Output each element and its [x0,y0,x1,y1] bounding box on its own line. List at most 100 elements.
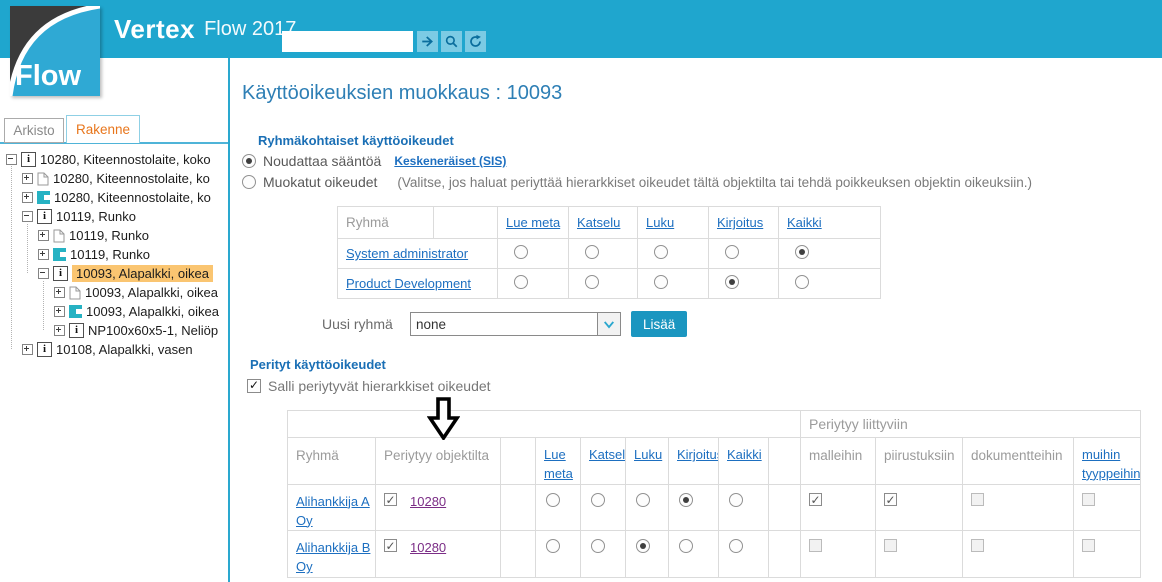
column-link-luku[interactable]: Luku [646,215,674,230]
inherited-rights-table: Periytyy liittyviin Ryhmä Periytyy objek… [287,410,1141,578]
document-icon [69,286,81,300]
column-link-muihin-tyyppeihin[interactable]: muihin tyyppeihin [1082,447,1141,481]
table-row: Alihankkija A Oy 10280 [288,484,1141,531]
radio-kaikki[interactable] [729,539,743,553]
collapse-icon[interactable] [38,268,49,279]
top-bar: Vertex Flow 2017 [0,0,1162,58]
radio-kaikki[interactable] [729,493,743,507]
group-link[interactable]: Product Development [346,276,471,291]
expand-icon[interactable] [22,173,33,184]
tree-item[interactable]: 10280, Kiteennostolaite, koko [4,150,227,169]
expand-icon[interactable] [54,306,65,317]
search-button[interactable] [441,31,462,52]
component-icon [69,305,82,318]
custom-option-note: (Valitse, jos haluat periyttää hierarkki… [397,175,1032,190]
radio-kaikki[interactable] [795,245,809,259]
radio-lue-meta[interactable] [514,275,528,289]
table-row: Product Development [338,269,881,299]
source-object-link[interactable]: 10280 [410,539,446,558]
document-icon [37,172,49,186]
checkbox-piirustuksiin[interactable] [884,493,897,506]
tree-item[interactable]: NP100x60x5-1, Neliöp [4,321,227,340]
radio-kirjoitus[interactable] [725,275,739,289]
source-object-link[interactable]: 10280 [410,493,446,512]
expand-icon[interactable] [38,249,49,260]
tree-item-label: 10119, Runko [56,209,136,224]
collapse-icon[interactable] [22,211,33,222]
radio-lue-meta[interactable] [546,539,560,553]
add-button[interactable]: Lisää [631,311,687,337]
column-link-kirjoitus[interactable]: Kirjoitus [717,215,763,230]
expand-icon[interactable] [22,344,33,355]
checkbox-dokumentteihin[interactable] [971,493,984,506]
expand-icon[interactable] [54,287,65,298]
column-link-kirjoitus[interactable]: Kirjoitus [677,447,719,462]
checkbox-muihin-tyyppeihin[interactable] [1082,493,1095,506]
tree-item[interactable]: 10108, Alapalkki, vasen [4,340,227,359]
brand-name: Vertex [114,14,195,45]
radio-luku[interactable] [636,493,650,507]
column-link-kaikki[interactable]: Kaikki [727,447,762,462]
component-icon [53,248,66,261]
tree-item[interactable]: 10093, Alapalkki, oikea [4,302,227,321]
radio-lue-meta[interactable] [514,245,528,259]
radio-kirjoitus[interactable] [679,539,693,553]
chevron-down-icon [597,313,620,335]
group-link[interactable]: Alihankkija B Oy [296,540,370,574]
new-group-select[interactable]: none [410,312,621,336]
group-link[interactable]: Alihankkija A Oy [296,494,370,528]
tree-item[interactable]: 10119, Runko [4,226,227,245]
column-link-katselu[interactable]: Katselu [589,447,626,462]
rule-radio[interactable] [242,154,256,168]
column-link-lue-meta[interactable]: Lue meta [506,215,560,230]
radio-luku[interactable] [654,275,668,289]
column-link-luku[interactable]: Luku [634,447,662,462]
tree-item[interactable]: 10119, Runko [4,245,227,264]
global-search-input[interactable] [282,31,413,52]
tree-item-selected[interactable]: 10093, Alapalkki, oikea [4,264,227,283]
tab-arkisto[interactable]: Arkisto [4,118,64,143]
radio-luku[interactable] [636,539,650,553]
column-link-katselu[interactable]: Katselu [577,215,620,230]
allow-inherited-checkbox[interactable] [247,379,261,393]
tree-item[interactable]: 10119, Runko [4,207,227,226]
go-button[interactable] [417,31,438,52]
collapse-icon[interactable] [6,154,17,165]
expand-icon[interactable] [54,325,65,336]
group-link[interactable]: System administrator [346,246,468,261]
tree-item[interactable]: 10280, Kiteennostolaite, ko [4,169,227,188]
radio-lue-meta[interactable] [546,493,560,507]
spacer-cell [501,438,536,485]
radio-katselu[interactable] [585,245,599,259]
radio-katselu[interactable] [585,275,599,289]
panel-divider [228,58,230,582]
rule-link[interactable]: Keskeneräiset (SIS) [394,154,506,168]
custom-option-label: Muokatut oikeudet [263,174,377,190]
radio-kaikki[interactable] [795,275,809,289]
down-arrow-annotation [427,397,460,445]
expand-icon[interactable] [22,192,33,203]
checkbox-malleihin[interactable] [809,539,822,552]
radio-katselu[interactable] [591,539,605,553]
inherit-checkbox[interactable] [384,539,397,552]
radio-katselu[interactable] [591,493,605,507]
radio-kirjoitus[interactable] [725,245,739,259]
inherit-checkbox[interactable] [384,493,397,506]
app-window: Vertex Flow 2017 [0,0,1162,582]
refresh-button[interactable] [465,31,486,52]
custom-radio[interactable] [242,175,256,189]
column-link-lue-meta[interactable]: Lue meta [544,447,573,481]
radio-luku[interactable] [654,245,668,259]
checkbox-muihin-tyyppeihin[interactable] [1082,539,1095,552]
checkbox-dokumentteihin[interactable] [971,539,984,552]
expand-icon[interactable] [38,230,49,241]
radio-kirjoitus[interactable] [679,493,693,507]
spacer-cell [769,484,801,531]
column-header-piirustuksiin: piirustuksiin [876,438,963,485]
checkbox-piirustuksiin[interactable] [884,539,897,552]
tab-rakenne[interactable]: Rakenne [66,115,140,143]
checkbox-malleihin[interactable] [809,493,822,506]
column-link-kaikki[interactable]: Kaikki [787,215,822,230]
tree-item[interactable]: 10093, Alapalkki, oikea [4,283,227,302]
tree-item[interactable]: 10280, Kiteennostolaite, ko [4,188,227,207]
